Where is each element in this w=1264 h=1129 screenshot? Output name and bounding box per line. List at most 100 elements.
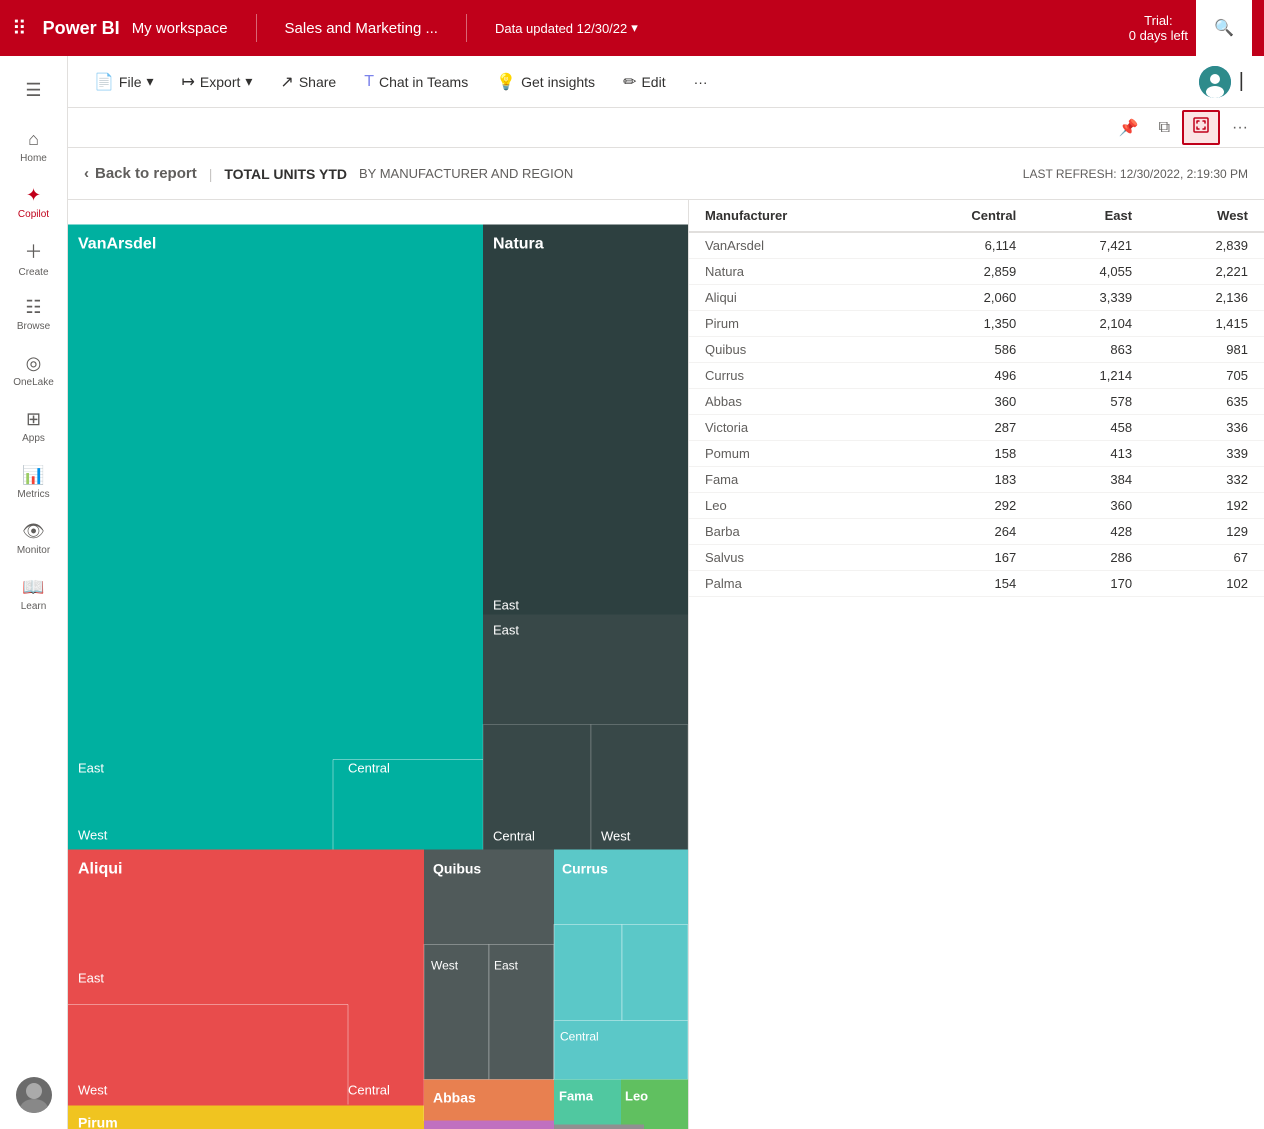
top-bar: ⠿ Power BI My workspace Sales and Market… bbox=[0, 0, 1264, 56]
export-button[interactable]: ↦ Export ▾ bbox=[172, 66, 263, 98]
app-logo: Power BI bbox=[43, 18, 120, 39]
apps-icon: ⊞ bbox=[26, 409, 41, 430]
copilot-label: Copilot bbox=[18, 209, 49, 220]
sidebar-item-copilot[interactable]: ✦ Copilot bbox=[6, 176, 62, 228]
barba-block[interactable] bbox=[554, 1125, 644, 1129]
col-central[interactable]: Central bbox=[894, 200, 1032, 232]
toolbar-right-expand[interactable]: | bbox=[1235, 66, 1248, 97]
victoria-block[interactable] bbox=[424, 1121, 554, 1129]
cell-west: 2,136 bbox=[1148, 285, 1264, 311]
divider bbox=[256, 14, 257, 42]
back-to-report-button[interactable]: ‹ Back to report bbox=[84, 165, 197, 182]
refresh-label: Data updated 12/30/22 bbox=[495, 21, 627, 36]
file-button[interactable]: 📄 File ▾ bbox=[84, 66, 164, 98]
svg-text:Quibus: Quibus bbox=[433, 861, 481, 877]
cell-central: 287 bbox=[894, 415, 1032, 441]
sidebar-item-learn[interactable]: 📖 Learn bbox=[6, 568, 62, 620]
treemap-panel[interactable]: VanArsdel East Central West Natura East … bbox=[68, 200, 688, 1129]
table-body: VanArsdel 6,114 7,421 2,839 Natura 2,859… bbox=[689, 232, 1264, 597]
data-refresh[interactable]: Data updated 12/30/22 ▾ bbox=[495, 20, 638, 36]
svg-text:Central: Central bbox=[560, 1030, 599, 1044]
cell-east: 413 bbox=[1032, 441, 1148, 467]
more-options-button[interactable]: ··· bbox=[684, 68, 718, 96]
back-label: Back to report bbox=[95, 165, 197, 182]
page-subtitle: BY MANUFACTURER AND REGION bbox=[359, 166, 573, 181]
trial-info: Trial: 0 days left bbox=[1129, 13, 1188, 43]
natura-block[interactable] bbox=[483, 225, 688, 615]
cell-manufacturer: Pirum bbox=[689, 311, 894, 337]
sidebar-menu-toggle[interactable]: ☰ bbox=[6, 64, 62, 116]
pirum-block[interactable] bbox=[68, 1106, 424, 1129]
export-dropdown-icon: ▾ bbox=[245, 73, 252, 90]
duplicate-button[interactable]: ⧉ bbox=[1151, 115, 1178, 141]
col-manufacturer[interactable]: Manufacturer bbox=[689, 200, 894, 232]
cell-east: 7,421 bbox=[1032, 232, 1148, 259]
sidebar-item-apps[interactable]: ⊞ Apps bbox=[6, 400, 62, 452]
chat-teams-button[interactable]: T Chat in Teams bbox=[354, 67, 478, 97]
search-button[interactable]: 🔍 bbox=[1196, 0, 1252, 56]
sidebar-item-browse[interactable]: ☷ Browse bbox=[6, 288, 62, 340]
sidebar-item-create[interactable]: ＋ Create bbox=[6, 232, 62, 284]
cell-central: 158 bbox=[894, 441, 1032, 467]
svg-text:East: East bbox=[494, 959, 519, 973]
get-insights-button[interactable]: 💡 Get insights bbox=[486, 66, 605, 98]
cell-west: 705 bbox=[1148, 363, 1264, 389]
more-visual-options[interactable]: ··· bbox=[1224, 115, 1256, 141]
user-profile-button[interactable] bbox=[1199, 66, 1231, 98]
svg-text:Pirum: Pirum bbox=[78, 1115, 118, 1129]
svg-text:Central: Central bbox=[348, 1083, 390, 1098]
browse-label: Browse bbox=[17, 321, 50, 332]
svg-text:Natura: Natura bbox=[493, 236, 544, 253]
share-button[interactable]: ↗ Share bbox=[270, 66, 346, 98]
cell-manufacturer: Currus bbox=[689, 363, 894, 389]
export-icon: ↦ bbox=[182, 72, 195, 92]
cell-east: 384 bbox=[1032, 467, 1148, 493]
sidebar-item-home[interactable]: ⌂ Home bbox=[6, 120, 62, 172]
focus-mode-button[interactable] bbox=[1182, 110, 1220, 145]
cell-east: 170 bbox=[1032, 571, 1148, 597]
insights-icon: 💡 bbox=[496, 72, 516, 92]
monitor-label: Monitor bbox=[17, 545, 50, 556]
cell-manufacturer: Palma bbox=[689, 571, 894, 597]
home-icon: ⌂ bbox=[28, 129, 39, 150]
leo-block[interactable] bbox=[621, 1080, 688, 1129]
cell-east: 458 bbox=[1032, 415, 1148, 441]
sidebar-item-onelake[interactable]: ◎ OneLake bbox=[6, 344, 62, 396]
svg-text:Central: Central bbox=[493, 829, 535, 844]
cell-central: 360 bbox=[894, 389, 1032, 415]
sidebar-item-metrics[interactable]: 📊 Metrics bbox=[6, 456, 62, 508]
cell-manufacturer: Salvus bbox=[689, 545, 894, 571]
vanarsdel-block[interactable] bbox=[68, 225, 483, 850]
onelake-icon: ◎ bbox=[26, 353, 42, 374]
report-title: Sales and Marketing ... bbox=[285, 20, 438, 37]
dropdown-arrow: ▾ bbox=[631, 20, 638, 36]
svg-text:Leo: Leo bbox=[625, 1089, 648, 1104]
cell-west: 1,415 bbox=[1148, 311, 1264, 337]
col-east[interactable]: East bbox=[1032, 200, 1148, 232]
pin-button[interactable]: 📌 bbox=[1111, 114, 1147, 142]
col-west[interactable]: West bbox=[1148, 200, 1264, 232]
workspace-label[interactable]: My workspace bbox=[132, 20, 228, 37]
fama-block[interactable] bbox=[554, 1080, 621, 1129]
svg-text:East: East bbox=[78, 761, 104, 776]
aliqui-block[interactable] bbox=[68, 850, 424, 1106]
cell-central: 496 bbox=[894, 363, 1032, 389]
svg-text:Central: Central bbox=[348, 761, 390, 776]
cell-west: 339 bbox=[1148, 441, 1264, 467]
cell-west: 2,221 bbox=[1148, 259, 1264, 285]
file-dropdown-icon: ▾ bbox=[146, 73, 153, 90]
svg-text:West: West bbox=[601, 829, 631, 844]
chat-label: Chat in Teams bbox=[379, 74, 468, 90]
table-row: Currus 496 1,214 705 bbox=[689, 363, 1264, 389]
table-row: Natura 2,859 4,055 2,221 bbox=[689, 259, 1264, 285]
sidebar-item-monitor[interactable]: 👁 Monitor bbox=[6, 512, 62, 564]
share-icon: ↗ bbox=[280, 72, 293, 92]
secondary-toolbar: 📄 File ▾ ↦ Export ▾ ↗ Share T Chat in Te… bbox=[68, 56, 1264, 108]
svg-text:East: East bbox=[493, 598, 519, 613]
app-grid-icon[interactable]: ⠿ bbox=[12, 16, 27, 41]
breadcrumb-bar: ‹ Back to report | TOTAL UNITS YTD BY MA… bbox=[68, 148, 1264, 200]
user-avatar[interactable] bbox=[16, 1077, 52, 1113]
edit-button[interactable]: ✏ Edit bbox=[613, 66, 676, 98]
menu-icon: ☰ bbox=[25, 80, 41, 101]
teams-icon: T bbox=[364, 73, 374, 91]
